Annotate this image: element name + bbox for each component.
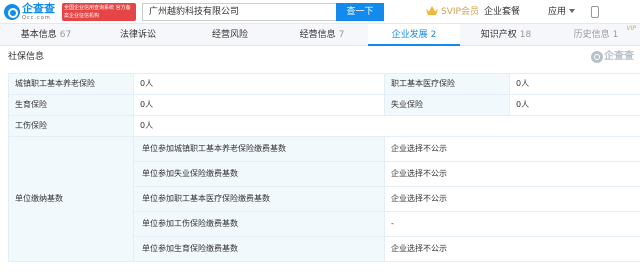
field-value: 0人 [509,94,640,116]
field-value: 0人 [509,73,640,95]
logo-domain: Qcc.com [22,15,51,21]
table-row: 工伤保险 0人 [8,115,640,137]
top-header: 企查查 Qcc.com 全国企业信用查询系统 官方备案企业征信机构 广州越豹科技… [0,0,640,24]
base-value: - [384,211,640,237]
table-row: 生育保险 0人 失业保险 0人 [8,94,640,116]
table-row: 城镇职工基本养老保险 0人 职工基本医疗保险 0人 [8,73,640,95]
base-item: 单位参加工伤保险缴费基数 [133,211,385,237]
field-label: 生育保险 [8,94,134,116]
tab-legal[interactable]: 法律诉讼 [92,24,184,46]
tab-ip[interactable]: 知识产权 18 [460,24,552,46]
tab-bar: 基本信息 67 法律诉讼 经营风险 经营信息 7 企业发展 2 知识产权 18 历史信息… [0,24,640,46]
base-item: 单位参加职工基本医疗保险缴费基数 [133,186,385,212]
base-value: 企业选择不公示 [384,236,640,262]
watermark-logo-icon [591,51,603,63]
svip-link[interactable]: SVIP会员 [426,5,479,19]
logo-name: 企查查 [22,2,55,15]
watermark-text: 企查查 [604,51,634,62]
base-label: 单位缴纳基数 [8,136,134,262]
phone-icon[interactable] [591,6,599,18]
section-title: 社保信息 [8,52,45,62]
social-insurance-table: 城镇职工基本养老保险 0人 职工基本医疗保险 0人 生育保险 0人 失业保险 0… [8,73,640,262]
base-value: 企业选择不公示 [384,161,640,187]
nav-enterprise-package[interactable]: 企业套餐 [484,5,520,19]
certification-badge: 全国企业信用查询系统 官方备案企业征信机构 [62,3,136,21]
table-row: 单位缴纳基数 单位参加城镇职工基本养老保险缴费基数 企业选择不公示 [8,136,640,262]
tab-business-risk[interactable]: 经营风险 [184,24,276,46]
tab-business-info[interactable]: 经营信息 7 [276,24,368,46]
search-button[interactable]: 查一下 [336,3,384,21]
chevron-down-icon [569,9,576,13]
field-value: 0人 [133,73,385,95]
vip-badge: VIP [626,25,637,32]
base-value: 企业选择不公示 [384,136,640,162]
base-item: 单位参加城镇职工基本养老保险缴费基数 [133,136,385,162]
base-value: 企业选择不公示 [384,186,640,212]
nav-apps-label: 应用 [548,7,567,17]
field-label: 职工基本医疗保险 [384,73,510,95]
crown-icon [426,6,438,15]
field-label: 失业保险 [384,94,510,116]
base-item: 单位参加生育保险缴费基数 [133,236,385,262]
svip-label: SVIP会员 [441,7,479,17]
logo[interactable]: 企查查 Qcc.com [4,3,60,21]
tab-history[interactable]: 历史信息 1 VIP [552,24,640,46]
field-label: 城镇职工基本养老保险 [8,73,134,95]
field-label: 工伤保险 [8,115,134,137]
logo-icon [4,4,20,20]
search-input[interactable]: 广州越豹科技有限公司 [142,3,336,21]
field-value: 0人 [133,94,385,116]
nav-apps[interactable]: 应用 [548,5,576,19]
tab-basic-info[interactable]: 基本信息 67 [0,24,92,46]
base-item: 单位参加失业保险缴费基数 [133,161,385,187]
field-value: 0人 [133,115,640,137]
watermark: 企查查 [591,50,640,66]
tab-development[interactable]: 企业发展 2 [368,24,460,46]
